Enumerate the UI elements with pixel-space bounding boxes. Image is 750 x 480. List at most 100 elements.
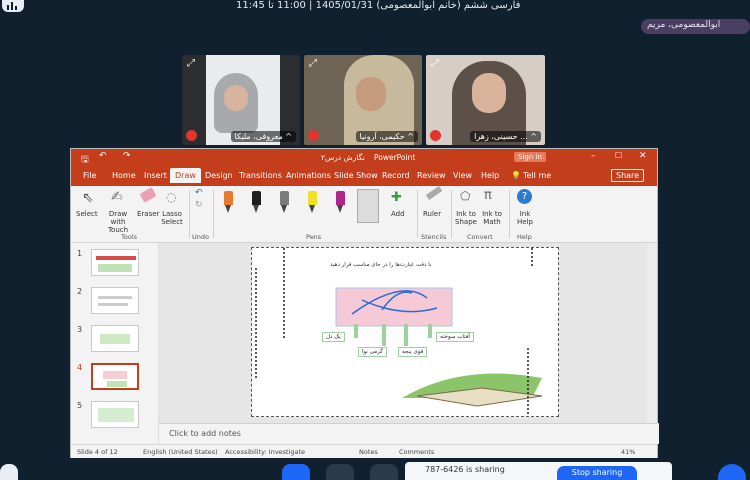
vertical-scrollbar[interactable] xyxy=(647,243,657,423)
tab-review[interactable]: Review xyxy=(417,171,446,180)
ribbon-tabs: File Home Insert Draw Design Transitions… xyxy=(71,167,657,186)
select-label[interactable]: Select xyxy=(76,210,98,218)
group-convert: Convert xyxy=(467,233,493,241)
sign-in-button[interactable]: Sign in xyxy=(514,152,546,162)
ink-to-shape-icon[interactable]: ⬠ xyxy=(460,189,470,203)
accessibility-status[interactable]: Accessibility: Investigate xyxy=(225,448,305,456)
close-icon[interactable]: ✕ xyxy=(639,151,647,161)
tab-animations[interactable]: Animations xyxy=(286,171,331,180)
tab-design[interactable]: Design xyxy=(205,171,233,180)
expand-icon[interactable]: ⤢ xyxy=(431,58,439,69)
tab-help[interactable]: Help xyxy=(481,171,499,180)
app-name: PowerPoint xyxy=(374,153,416,162)
tab-record[interactable]: Record xyxy=(382,171,410,180)
meeting-title: فارسی ششم (خانم ابوالمعصومی) 1405/01/31 … xyxy=(236,0,521,11)
slide-editor: با دقت عبارت‌ها را در جای مناسب قرار دهی… xyxy=(159,243,649,423)
notes-placeholder[interactable]: Click to add notes xyxy=(169,429,241,438)
slide-thumbnail[interactable] xyxy=(91,287,139,314)
slide-thumbnail[interactable] xyxy=(91,249,139,276)
undo-icon[interactable]: ↶ xyxy=(99,151,107,161)
lasso-icon[interactable]: ◌ xyxy=(166,190,176,204)
tab-file[interactable]: File xyxy=(83,171,96,180)
expand-icon[interactable]: ⤢ xyxy=(187,58,195,69)
participant-tile[interactable]: ⤢ معروفی، ملیکا ^ xyxy=(182,55,300,145)
slide-thumbnail-selected[interactable] xyxy=(91,363,139,390)
selected-pen-frame xyxy=(357,189,379,223)
slide-canvas[interactable]: با دقت عبارت‌ها را در جای مناسب قرار دهی… xyxy=(251,247,559,417)
participant-name: حسینی، زهرا ... ^ xyxy=(470,131,541,142)
slide-thumbnail[interactable] xyxy=(91,401,139,428)
save-icon[interactable]: 🖫 xyxy=(81,152,89,168)
tab-draw[interactable]: Draw xyxy=(170,168,201,183)
eraser-icon[interactable] xyxy=(139,187,157,203)
slide-count: Slide 4 of 12 xyxy=(77,448,118,456)
ink-help-label[interactable]: Ink Help xyxy=(515,210,535,226)
draw-touch-icon[interactable]: ✍ xyxy=(111,189,123,205)
participant-name: معروفی، ملیکا ^ xyxy=(230,131,296,142)
zoom-level[interactable]: 41% xyxy=(621,448,635,456)
lightbulb-icon: 💡 xyxy=(511,171,521,180)
group-help: Help xyxy=(517,233,532,241)
tab-home[interactable]: Home xyxy=(112,171,136,180)
pen-icon[interactable] xyxy=(224,191,233,213)
notes-button[interactable]: Notes xyxy=(359,448,378,456)
ink-to-shape-label[interactable]: Ink to Shape xyxy=(455,210,477,226)
participant-tile[interactable]: ⤢ حسینی، زهرا ... ^ xyxy=(426,55,545,145)
draw-touch-label[interactable]: Draw with Touch xyxy=(101,210,135,234)
notes-pane[interactable]: Click to add notes xyxy=(159,423,659,444)
ink-help-icon[interactable]: ? xyxy=(517,189,532,204)
ruler-label[interactable]: Ruler xyxy=(423,210,441,218)
thumbnail-number: 5 xyxy=(77,401,83,410)
expand-icon[interactable]: ⤢ xyxy=(309,58,317,69)
minimize-icon[interactable]: – xyxy=(591,151,596,161)
mic-muted-icon xyxy=(430,130,441,141)
camera-icon[interactable] xyxy=(326,464,354,480)
tab-transitions[interactable]: Transitions xyxy=(239,171,282,180)
add-pen-icon[interactable]: ✚ xyxy=(391,190,402,205)
word-box[interactable]: آفتاب سوخته xyxy=(436,332,474,342)
powerpoint-window[interactable]: 🖫 ↶ ↷ نگارش درس۲ PowerPoint Sign in – ☐ … xyxy=(70,148,659,458)
pen-icon[interactable] xyxy=(308,191,317,213)
pen-icon[interactable] xyxy=(336,191,345,213)
tab-slide-show[interactable]: Slide Show xyxy=(334,171,378,180)
info-icon[interactable] xyxy=(0,464,18,480)
stats-icon[interactable] xyxy=(2,0,24,12)
pointer-icon[interactable]: ⇖ xyxy=(82,190,94,206)
word-box[interactable]: یک دل xyxy=(322,332,345,342)
thumbnail-number: 4 xyxy=(77,363,83,372)
ruler-icon[interactable] xyxy=(425,185,443,201)
comments-button[interactable]: Comments xyxy=(399,448,434,456)
group-pens: Pens xyxy=(306,233,322,241)
word-box[interactable]: قوی پنجه xyxy=(398,347,428,357)
participant-name: حکیمی، آرونیا ^ xyxy=(355,131,418,142)
add-pen-label[interactable]: Add xyxy=(391,210,405,218)
pen-icon[interactable] xyxy=(252,191,261,213)
slide-thumbnail[interactable] xyxy=(91,325,139,352)
redo-icon[interactable]: ↷ xyxy=(123,151,131,161)
chat-icon[interactable] xyxy=(282,464,310,480)
tell-me-search[interactable]: Tell me xyxy=(523,171,551,180)
group-tools: Tools xyxy=(121,233,138,241)
pen-icon[interactable] xyxy=(280,191,289,213)
group-stencils: Stencils xyxy=(421,233,447,241)
lasso-label[interactable]: Lasso Select xyxy=(161,210,183,226)
ribbon-redo-icon[interactable]: ↻ xyxy=(195,200,203,210)
tab-insert[interactable]: Insert xyxy=(144,171,167,180)
maximize-icon[interactable]: ☐ xyxy=(615,151,622,160)
raise-hand-icon[interactable] xyxy=(718,464,746,480)
tab-view[interactable]: View xyxy=(453,171,472,180)
mic-muted-icon xyxy=(308,130,319,141)
ink-to-math-label[interactable]: Ink to Math xyxy=(481,210,503,226)
stop-sharing-button[interactable]: Stop sharing xyxy=(557,466,637,480)
eraser-label[interactable]: Eraser xyxy=(137,210,159,218)
slide-instruction: با دقت عبارت‌ها را در جای مناسب قرار دهی… xyxy=(330,262,432,268)
ink-to-math-icon[interactable]: π xyxy=(484,188,492,203)
mic-icon[interactable] xyxy=(370,464,398,480)
ribbon-undo-icon[interactable]: ↶ xyxy=(195,188,203,198)
share-button[interactable]: Share xyxy=(611,169,645,182)
mic-muted-icon xyxy=(186,130,197,141)
participant-tile[interactable]: ⤢ حکیمی، آرونیا ^ xyxy=(304,55,422,145)
language[interactable]: English (United States) xyxy=(143,448,218,456)
word-box[interactable]: گرمی نوا xyxy=(358,347,387,357)
user-badge[interactable]: ابوالمعصومی، مریم xyxy=(641,19,750,34)
